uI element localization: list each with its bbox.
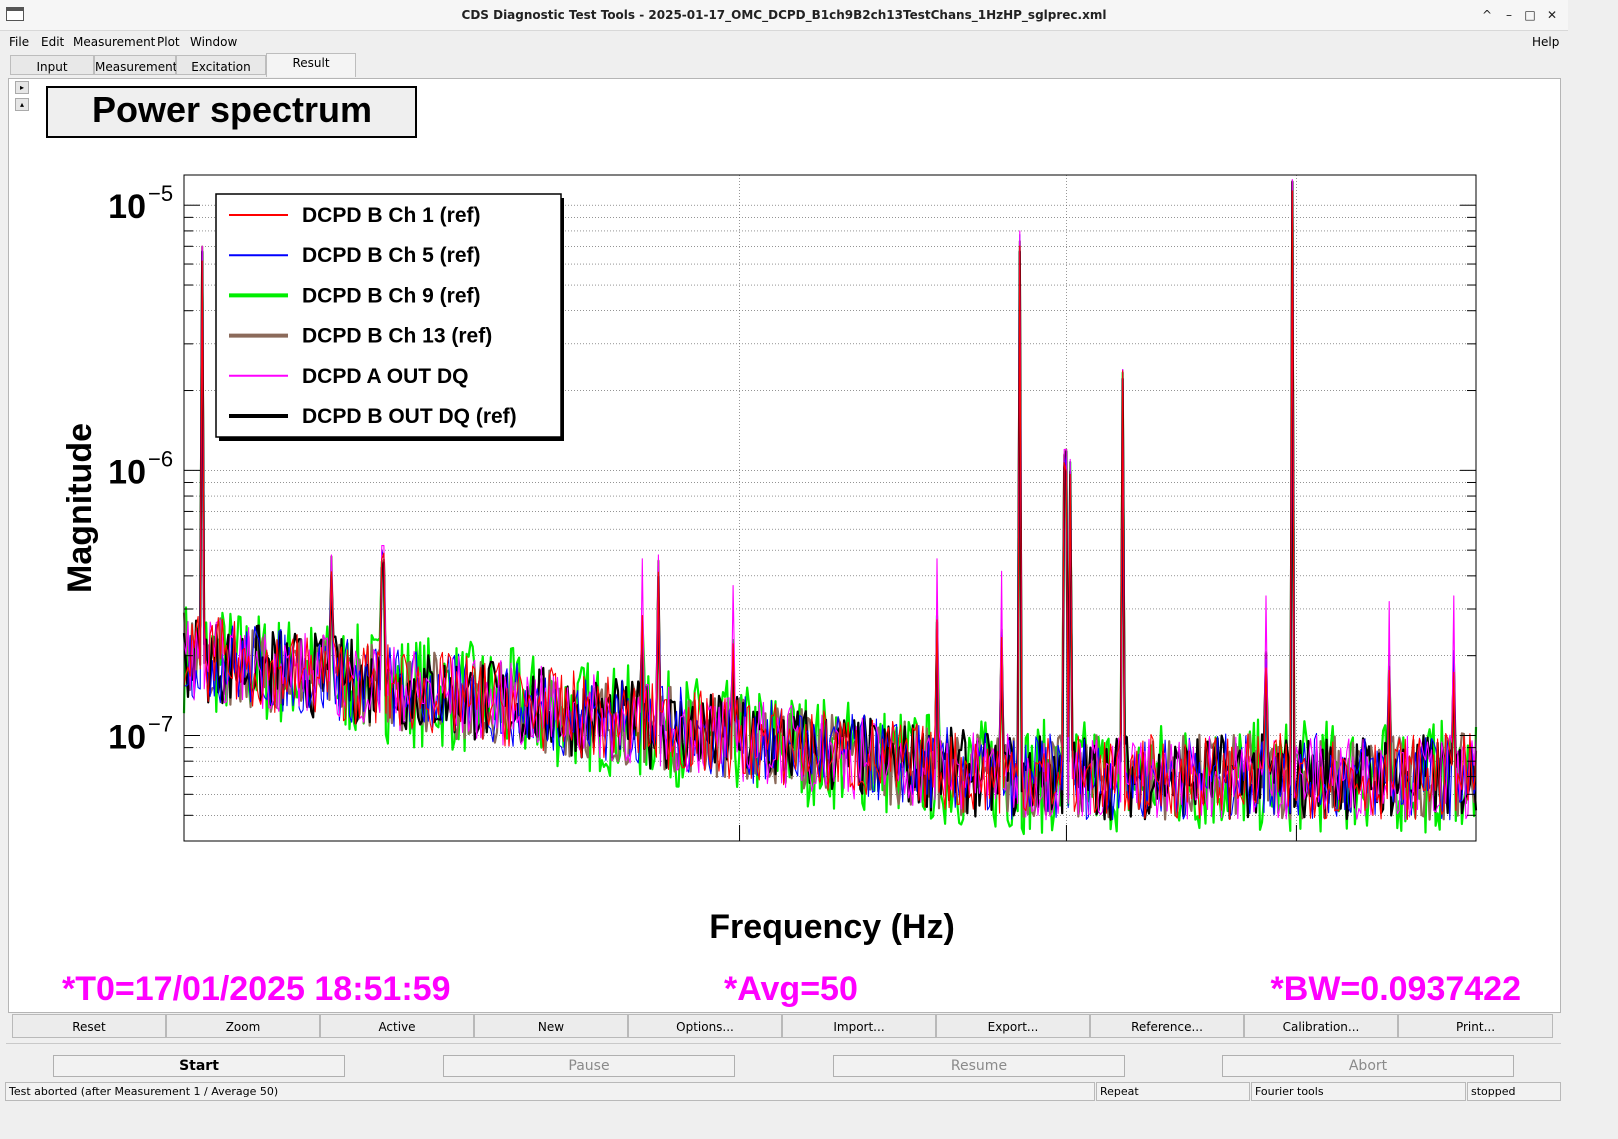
options-button[interactable]: Options... — [628, 1014, 782, 1038]
tab-excitation[interactable]: Excitation — [176, 55, 266, 75]
export-button[interactable]: Export... — [936, 1014, 1090, 1038]
status-message: Test aborted (after Measurement 1 / Aver… — [5, 1082, 1095, 1101]
menu-measurement[interactable]: Measurement — [73, 34, 155, 50]
legend-label: DCPD B Ch 13 (ref) — [302, 325, 492, 348]
close-icon[interactable]: ✕ — [1543, 6, 1561, 24]
bw-label: *BW=0.0937422 — [1271, 970, 1521, 1008]
status-state: stopped — [1467, 1082, 1561, 1101]
power-spectrum-chart[interactable]: Power spectrum 10 −510 −610 −7 DCPD B Ch 1 … — [34, 80, 1560, 1012]
tab-result[interactable]: Result — [266, 53, 356, 77]
y-tick-exponent: −5 — [148, 181, 173, 206]
reset-button[interactable]: Reset — [12, 1014, 166, 1038]
resume-button[interactable]: Resume — [833, 1055, 1125, 1077]
title-bar[interactable]: CDS Diagnostic Test Tools - 2025-01-17_O… — [0, 0, 1568, 31]
tab-bar: Input Measurement Excitation Result — [8, 53, 1561, 77]
status-tools: Fourier tools — [1251, 1082, 1466, 1101]
expand-arrow-icon[interactable]: ▸ — [15, 81, 29, 94]
maximize-icon[interactable]: □ — [1521, 6, 1539, 24]
y-axis-label: Magnitude — [61, 423, 99, 593]
print-button[interactable]: Print... — [1398, 1014, 1553, 1038]
plot-title: Power spectrum — [92, 89, 372, 130]
legend-label: DCPD B Ch 5 (ref) — [302, 244, 481, 267]
x-axis-label: Frequency (Hz) — [709, 908, 955, 946]
menu-edit[interactable]: Edit — [41, 34, 64, 50]
window-title: CDS Diagnostic Test Tools - 2025-01-17_O… — [461, 8, 1107, 22]
legend-label: DCPD B OUT DQ (ref) — [302, 405, 517, 428]
menu-window[interactable]: Window — [190, 34, 237, 50]
status-repeat: Repeat — [1096, 1082, 1250, 1101]
abort-button[interactable]: Abort — [1222, 1055, 1514, 1077]
new-button[interactable]: New — [474, 1014, 628, 1038]
legend[interactable]: DCPD B Ch 1 (ref) DCPD B Ch 5 (ref) DCPD B… — [215, 193, 564, 441]
legend-label: DCPD B Ch 9 (ref) — [302, 284, 481, 307]
calibration-button[interactable]: Calibration... — [1244, 1014, 1398, 1038]
pause-button[interactable]: Pause — [443, 1055, 735, 1077]
menu-file[interactable]: File — [9, 34, 29, 50]
shade-window-icon[interactable]: ^ — [1478, 6, 1496, 24]
minimize-icon[interactable]: – — [1500, 6, 1518, 24]
legend-label: DCPD A OUT DQ — [302, 365, 468, 388]
avg-label: *Avg=50 — [724, 970, 858, 1008]
menu-help[interactable]: Help — [1532, 34, 1559, 50]
zoom-button[interactable]: Zoom — [166, 1014, 320, 1038]
active-button[interactable]: Active — [320, 1014, 474, 1038]
y-tick-labels: 10 −510 −610 −7 — [108, 181, 173, 756]
y-tick-exponent: −7 — [148, 711, 173, 736]
menu-plot[interactable]: Plot — [157, 34, 180, 50]
legend-label: DCPD B Ch 1 (ref) — [302, 204, 481, 227]
start-button[interactable]: Start — [53, 1055, 345, 1077]
tab-input[interactable]: Input — [10, 55, 94, 75]
import-button[interactable]: Import... — [782, 1014, 936, 1038]
plot-canvas[interactable]: Power spectrum 10 −5 10 −6 10 −7 DCPD B Ch 1 … — [34, 80, 1560, 1012]
legend-box — [215, 193, 562, 438]
y-tick-label: 10 — [108, 718, 146, 756]
y-tick-label: 10 — [108, 188, 146, 226]
y-tick-label: 10 — [108, 453, 146, 491]
reference-button[interactable]: Reference... — [1090, 1014, 1244, 1038]
t0-label: *T0=17/01/2025 18:51:59 — [62, 970, 450, 1008]
tab-measurement[interactable]: Measurement — [94, 55, 177, 75]
collapse-arrow-icon[interactable]: ▴ — [15, 98, 29, 111]
y-tick-exponent: −6 — [148, 446, 173, 471]
menu-bar: File Edit Measurement Plot Window Help — [0, 31, 1568, 53]
